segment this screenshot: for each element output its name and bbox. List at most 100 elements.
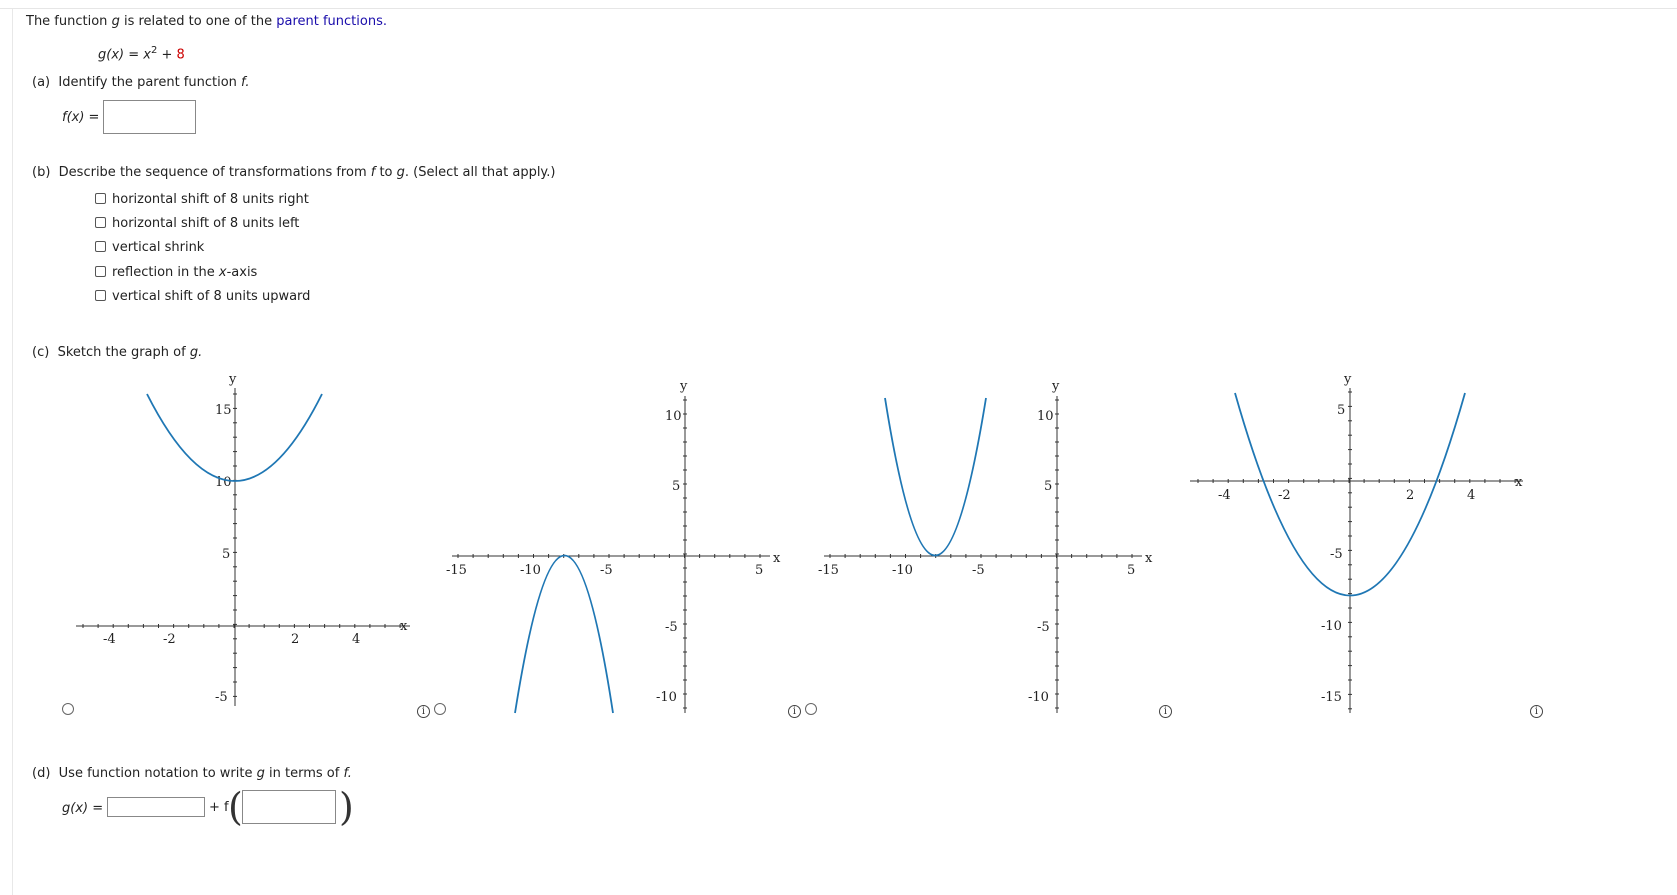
plus-f: + f — [209, 800, 229, 815]
open-paren: ( — [228, 785, 243, 829]
part-d-text: Use function notation to write — [58, 766, 257, 781]
option-label: vertical shrink — [112, 240, 205, 255]
y-tick-label: -5 — [1037, 620, 1050, 635]
close-paren: ) — [339, 785, 354, 829]
x-tick-label: 4 — [352, 632, 360, 647]
part-c-prompt: (c) Sketch the graph of g. — [32, 345, 202, 360]
problem-intro: The function g is related to one of the … — [26, 14, 387, 29]
y-tick-label: 5 — [1044, 479, 1052, 494]
x-tick-label: -4 — [1218, 488, 1231, 503]
parent-functions-link[interactable]: parent functions. — [276, 14, 387, 29]
option-label: horizontal shift of 8 units right — [112, 192, 309, 207]
part-d-prompt: (d) Use function notation to write g in … — [32, 766, 352, 781]
intro-text-2: is related to one of the — [119, 14, 277, 29]
parabola-curve — [884, 397, 987, 557]
part-b-prompt: (b) Describe the sequence of transformat… — [32, 165, 555, 180]
option-label: vertical shift of 8 units upward — [112, 289, 311, 304]
info-icon[interactable]: i — [788, 705, 801, 718]
x-tick-label: -15 — [818, 563, 839, 578]
graph-2-radio[interactable] — [434, 703, 446, 715]
gx-label: g(x) = — [62, 801, 104, 816]
part-c-text: Sketch the graph of — [57, 345, 190, 360]
checkbox[interactable] — [95, 266, 106, 277]
intro-var: g — [111, 14, 120, 29]
fx-label: f(x) = — [62, 110, 100, 125]
y-axis-label: y — [228, 372, 237, 387]
x-axis-label: x — [1515, 475, 1523, 490]
y-tick-label: -10 — [656, 690, 677, 705]
option-label-post: -axis — [226, 265, 258, 280]
x-tick-label: 2 — [1406, 488, 1414, 503]
x-tick-label: -2 — [1278, 488, 1291, 503]
part-d-f: f. — [343, 766, 352, 781]
given-constant: 8 — [176, 47, 185, 63]
part-a-letter: (a) — [32, 75, 51, 90]
checkbox[interactable] — [95, 241, 106, 252]
option-horizontal-right[interactable]: horizontal shift of 8 units right — [95, 192, 309, 207]
x-tick-label: -5 — [600, 563, 613, 578]
given-lhs: g(x) = x — [98, 47, 151, 63]
part-d-letter: (d) — [32, 766, 51, 781]
y-tick-label: -15 — [1321, 690, 1342, 705]
fx-answer-input[interactable] — [103, 100, 196, 134]
graph-option-2: x y -15 -10 -5 5 10 5 -5 -10 — [446, 379, 781, 714]
given-function: g(x) = x2 + 8 — [98, 45, 185, 62]
info-icon[interactable]: i — [1530, 705, 1543, 718]
x-tick-label: 5 — [755, 563, 763, 578]
option-reflection-x-axis[interactable]: reflection in the x-axis — [95, 265, 257, 280]
y-tick-label: 5 — [222, 547, 230, 562]
y-tick-label: 10 — [665, 409, 682, 424]
x-axis-label: x — [773, 551, 781, 566]
info-icon[interactable]: i — [417, 705, 430, 718]
y-tick-label: -5 — [665, 620, 678, 635]
y-tick-label: 5 — [1337, 403, 1345, 418]
option-horizontal-left[interactable]: horizontal shift of 8 units left — [95, 216, 299, 231]
x-axis-label: x — [400, 619, 408, 634]
gx-inner-input[interactable] — [242, 790, 336, 824]
checkbox[interactable] — [95, 193, 106, 204]
graph-option-3: x y -15 -10 -5 5 10 5 -5 -10 — [818, 379, 1153, 713]
part-a-var: f. — [241, 75, 250, 90]
y-tick-label: 5 — [672, 479, 680, 494]
graph-option-4: x y -4 -2 2 4 5 -5 -10 -15 — [1190, 372, 1523, 713]
x-tick-label: -15 — [446, 563, 467, 578]
y-axis-label: y — [679, 379, 688, 394]
x-tick-label: -4 — [103, 632, 116, 647]
intro-text: The function — [26, 14, 112, 29]
y-tick-label: 15 — [215, 403, 232, 418]
graph-3-radio[interactable] — [805, 703, 817, 715]
part-d-text-2: in terms of — [264, 766, 344, 781]
graph-1-radio[interactable] — [62, 703, 74, 715]
option-label-var: x — [218, 265, 227, 280]
part-b-text-3: . (Select all that apply.) — [404, 165, 556, 180]
part-b-letter: (b) — [32, 165, 51, 180]
y-axis-label: y — [1343, 372, 1352, 387]
x-tick-label: -5 — [972, 563, 985, 578]
gx-first-input[interactable] — [107, 797, 205, 817]
checkbox[interactable] — [95, 290, 106, 301]
x-tick-label: 2 — [291, 632, 299, 647]
x-tick-label: -10 — [892, 563, 913, 578]
option-label: reflection in the — [112, 265, 219, 280]
y-tick-label: -5 — [1330, 547, 1343, 562]
option-vertical-shrink[interactable]: vertical shrink — [95, 240, 204, 255]
option-vertical-up[interactable]: vertical shift of 8 units upward — [95, 289, 310, 304]
part-b-g: g — [396, 165, 405, 180]
parabola-curve — [514, 554, 614, 714]
y-axis-label: y — [1051, 379, 1060, 394]
y-tick-label: -10 — [1028, 690, 1049, 705]
part-d-g: g — [256, 766, 265, 781]
part-c-letter: (c) — [32, 345, 50, 360]
part-c-var: g. — [189, 345, 203, 360]
x-tick-label: -2 — [163, 632, 176, 647]
option-label: horizontal shift of 8 units left — [112, 216, 300, 231]
info-icon[interactable]: i — [1159, 705, 1172, 718]
x-axis-label: x — [1145, 551, 1153, 566]
y-tick-label: -5 — [215, 690, 228, 705]
part-a-prompt: (a) Identify the parent function f. — [32, 75, 250, 90]
x-tick-label: -10 — [520, 563, 541, 578]
y-tick-label: -10 — [1321, 619, 1342, 634]
checkbox[interactable] — [95, 217, 106, 228]
part-b-text-2: to — [375, 165, 397, 180]
part-a-text: Identify the parent function — [58, 75, 242, 90]
